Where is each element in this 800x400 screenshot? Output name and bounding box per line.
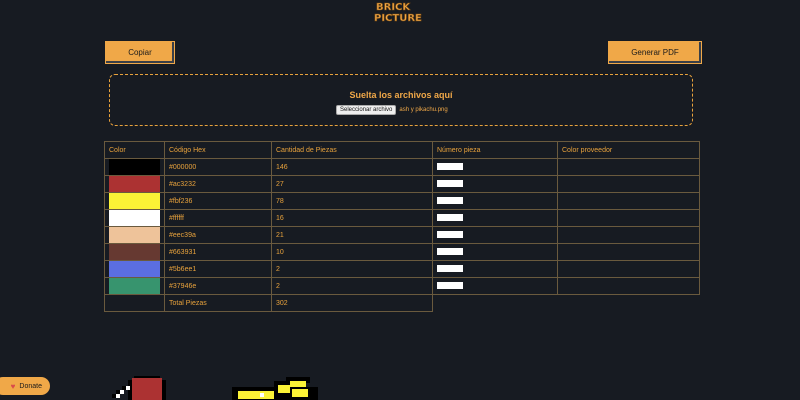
pixel-art-preview-left — [112, 376, 166, 400]
hex-code-cell: #ac3232 — [164, 175, 272, 193]
piece-number-cell — [432, 192, 558, 210]
hex-code-cell: #000000 — [164, 158, 272, 176]
copy-button[interactable]: Copiar — [105, 41, 175, 64]
piece-number-input[interactable] — [437, 162, 463, 170]
supplier-color-cell — [557, 243, 700, 261]
color-swatch — [104, 243, 165, 261]
supplier-color-cell — [557, 226, 700, 244]
pixel-art-preview-right — [232, 377, 318, 400]
total-value: 302 — [271, 294, 433, 312]
supplier-color-cell — [557, 277, 700, 295]
piece-count-cell: 10 — [271, 243, 433, 261]
color-swatch — [104, 209, 165, 227]
generate-pdf-button[interactable]: Generar PDF — [608, 41, 702, 64]
heart-icon: ♥ — [10, 381, 16, 391]
total-row: Total Piezas 302 — [104, 294, 700, 312]
table-row: #ffffff 16 — [104, 209, 700, 227]
table-row: #000000 146 — [104, 158, 700, 176]
logo-line-2: PICTURE — [374, 13, 422, 24]
hex-code-cell: #fbf236 — [164, 192, 272, 210]
piece-number-cell — [432, 175, 558, 193]
supplier-color-cell — [557, 260, 700, 278]
total-empty-cell — [104, 294, 165, 312]
select-file-button[interactable]: Seleccionar archivo — [336, 105, 397, 115]
piece-number-cell — [432, 243, 558, 261]
dropzone-title: Suelta los archivos aquí — [349, 90, 453, 100]
piece-count-cell: 27 — [271, 175, 433, 193]
piece-count-cell: 146 — [271, 158, 433, 176]
piece-number-input[interactable] — [437, 281, 463, 289]
table-header-row: Color Código Hex Cantidad de Piezas Núme… — [104, 141, 700, 159]
color-swatch — [104, 260, 165, 278]
table-row: #663931 10 — [104, 243, 700, 261]
color-table: Color Código Hex Cantidad de Piezas Núme… — [104, 141, 700, 312]
supplier-color-cell — [557, 192, 700, 210]
header-color: Color — [104, 141, 165, 159]
supplier-color-cell — [557, 158, 700, 176]
piece-count-cell: 21 — [271, 226, 433, 244]
table-row: #fbf236 78 — [104, 192, 700, 210]
donate-button[interactable]: ♥ Donate — [0, 377, 50, 395]
logo-line-1: BRICK — [376, 2, 411, 13]
donate-label: Donate — [19, 382, 42, 390]
piece-number-input[interactable] — [437, 230, 463, 238]
hex-code-cell: #5b6ee1 — [164, 260, 272, 278]
color-swatch — [104, 158, 165, 176]
color-swatch — [104, 175, 165, 193]
header-count: Cantidad de Piezas — [271, 141, 433, 159]
piece-number-input[interactable] — [437, 247, 463, 255]
piece-number-cell — [432, 226, 558, 244]
piece-number-cell — [432, 277, 558, 295]
hex-code-cell: #ffffff — [164, 209, 272, 227]
piece-number-cell — [432, 260, 558, 278]
file-dropzone[interactable]: Suelta los archivos aquí Seleccionar arc… — [109, 74, 693, 126]
table-row: #ac3232 27 — [104, 175, 700, 193]
color-swatch — [104, 277, 165, 295]
piece-count-cell: 2 — [271, 277, 433, 295]
total-label: Total Piezas — [164, 294, 272, 312]
table-row: #5b6ee1 2 — [104, 260, 700, 278]
hex-code-cell: #663931 — [164, 243, 272, 261]
piece-number-input[interactable] — [437, 179, 463, 187]
piece-number-input[interactable] — [437, 196, 463, 204]
selected-file-name: ash y pikachu.png — [399, 107, 448, 113]
color-swatch — [104, 192, 165, 210]
piece-count-cell: 16 — [271, 209, 433, 227]
piece-number-cell — [432, 158, 558, 176]
supplier-color-cell — [557, 209, 700, 227]
piece-number-cell — [432, 209, 558, 227]
header-hex: Código Hex — [164, 141, 272, 159]
table-row: #eec39a 21 — [104, 226, 700, 244]
piece-count-cell: 2 — [271, 260, 433, 278]
header-piece-number: Número pieza — [432, 141, 558, 159]
hex-code-cell: #37946e — [164, 277, 272, 295]
header-supplier-color: Color proveedor — [557, 141, 700, 159]
supplier-color-cell — [557, 175, 700, 193]
piece-count-cell: 78 — [271, 192, 433, 210]
piece-number-input[interactable] — [437, 264, 463, 272]
brick-picture-logo: BRICK PICTURE — [370, 0, 432, 25]
color-swatch — [104, 226, 165, 244]
table-row: #37946e 2 — [104, 277, 700, 295]
hex-code-cell: #eec39a — [164, 226, 272, 244]
piece-number-input[interactable] — [437, 213, 463, 221]
file-input[interactable]: Seleccionar archivo ash y pikachu.png — [336, 105, 448, 115]
